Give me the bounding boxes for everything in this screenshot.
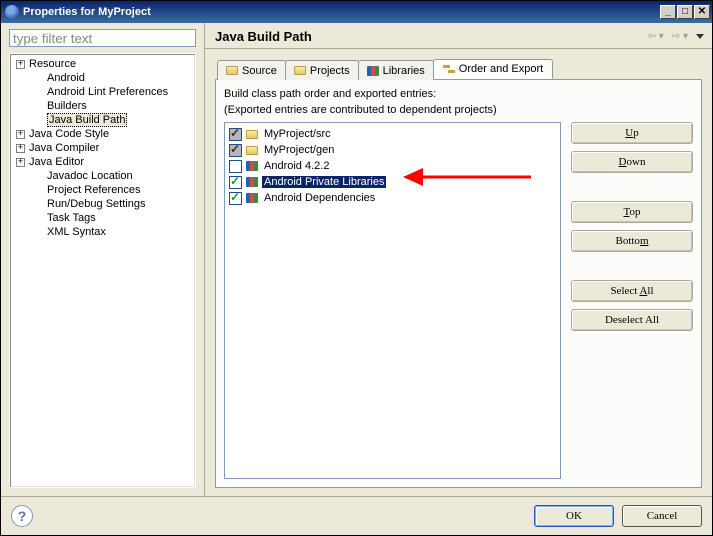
- folder-icon: [246, 146, 258, 155]
- up-button[interactable]: Up: [571, 122, 693, 144]
- tab-source[interactable]: Source: [217, 60, 286, 80]
- tree-item-label: Builders: [47, 100, 87, 112]
- tree-item-label: Java Editor: [29, 156, 84, 168]
- view-menu-button[interactable]: [696, 34, 704, 39]
- tree-item-label: Android Lint Preferences: [47, 86, 168, 98]
- tree-item-label: Java Compiler: [29, 142, 99, 154]
- titlebar: Properties for MyProject _ □ ✕: [1, 1, 712, 23]
- minimize-button[interactable]: _: [660, 5, 676, 19]
- list-item[interactable]: Android Dependencies: [227, 190, 558, 206]
- ok-button[interactable]: OK: [534, 505, 614, 527]
- tree-item[interactable]: Project References: [12, 183, 193, 197]
- expand-icon[interactable]: +: [16, 158, 25, 167]
- tab-order-export[interactable]: Order and Export: [433, 59, 553, 79]
- list-item[interactable]: MyProject/gen: [227, 142, 558, 158]
- list-item-label: Android 4.2.2: [262, 160, 331, 172]
- tab-panel: Build class path order and exported entr…: [215, 79, 702, 488]
- tree-item[interactable]: XML Syntax: [12, 225, 193, 239]
- tree-item[interactable]: + Java Code Style: [12, 127, 193, 141]
- category-tree[interactable]: + Resource Android Android Lint Preferences…: [9, 53, 196, 488]
- tree-item[interactable]: Java Build Path: [12, 113, 193, 127]
- back-button[interactable]: ⇦ ▾: [648, 31, 664, 42]
- tree-item[interactable]: + Java Compiler: [12, 141, 193, 155]
- tree-item[interactable]: Javadoc Location: [12, 169, 193, 183]
- checkbox[interactable]: [229, 192, 242, 205]
- expand-icon[interactable]: +: [16, 60, 25, 69]
- bottom-button[interactable]: Bottom: [571, 230, 693, 252]
- folder-icon: [226, 66, 238, 75]
- tab-projects[interactable]: Projects: [285, 60, 359, 80]
- top-button[interactable]: Top: [571, 201, 693, 223]
- tab-bar: Source Projects Libraries Order and Expo…: [215, 60, 702, 80]
- tree-item[interactable]: Builders: [12, 99, 193, 113]
- checkbox: [229, 128, 242, 141]
- cancel-button[interactable]: Cancel: [622, 505, 702, 527]
- help-text-1: Build class path order and exported entr…: [224, 88, 693, 100]
- help-icon[interactable]: ?: [11, 505, 33, 527]
- tree-item-label: Java Code Style: [29, 128, 109, 140]
- left-panel: + Resource Android Android Lint Preferences…: [1, 23, 205, 496]
- folder-icon: [294, 66, 306, 75]
- order-icon: [443, 63, 455, 75]
- list-item-label: Android Dependencies: [262, 192, 377, 204]
- tab-libraries[interactable]: Libraries: [358, 60, 434, 80]
- library-icon: [246, 193, 258, 203]
- list-item[interactable]: MyProject/src: [227, 126, 558, 142]
- list-item[interactable]: Android 4.2.2: [227, 158, 558, 174]
- tree-item-label: Java Build Path: [47, 113, 127, 127]
- library-icon: [246, 161, 258, 171]
- expand-icon[interactable]: +: [16, 130, 25, 139]
- library-icon: [246, 177, 258, 187]
- eclipse-icon: [5, 5, 19, 19]
- tree-item-label: Project References: [47, 184, 141, 196]
- list-item-label: MyProject/gen: [262, 144, 336, 156]
- library-icon: [367, 66, 379, 76]
- dialog-footer: ? OK Cancel: [1, 496, 712, 535]
- page-title: Java Build Path: [215, 29, 648, 44]
- properties-dialog: Properties for MyProject _ □ ✕ + Resource…: [0, 0, 713, 536]
- window-title: Properties for MyProject: [23, 6, 660, 18]
- tree-item[interactable]: Task Tags: [12, 211, 193, 225]
- tree-item-label: Android: [47, 72, 85, 84]
- list-item[interactable]: Android Private Libraries: [227, 174, 558, 190]
- tree-item[interactable]: + Java Editor: [12, 155, 193, 169]
- right-panel: Java Build Path ⇦ ▾ ⇨ ▾ Source Projects: [205, 23, 712, 496]
- maximize-button[interactable]: □: [677, 5, 693, 19]
- tree-item-label: Run/Debug Settings: [47, 198, 145, 210]
- tree-item-label: Task Tags: [47, 212, 96, 224]
- tree-item-label: Resource: [29, 58, 76, 70]
- checkbox[interactable]: [229, 176, 242, 189]
- help-text-2: (Exported entries are contributed to dep…: [224, 104, 693, 116]
- classpath-list[interactable]: MyProject/src MyProject/gen Android 4.2.2 A…: [224, 122, 561, 479]
- forward-button[interactable]: ⇨ ▾: [672, 31, 688, 42]
- tree-item[interactable]: Android Lint Preferences: [12, 85, 193, 99]
- tree-item-label: Javadoc Location: [47, 170, 133, 182]
- tree-item[interactable]: Run/Debug Settings: [12, 197, 193, 211]
- list-item-label: Android Private Libraries: [262, 176, 386, 188]
- tree-item-label: XML Syntax: [47, 226, 106, 238]
- select-all-button[interactable]: Select All: [571, 280, 693, 302]
- down-button[interactable]: Down: [571, 151, 693, 173]
- deselect-all-button[interactable]: Deselect All: [571, 309, 693, 331]
- close-button[interactable]: ✕: [694, 5, 710, 19]
- checkbox: [229, 144, 242, 157]
- folder-icon: [246, 130, 258, 139]
- tree-item[interactable]: Android: [12, 71, 193, 85]
- checkbox[interactable]: [229, 160, 242, 173]
- list-item-label: MyProject/src: [262, 128, 333, 140]
- expand-icon[interactable]: +: [16, 144, 25, 153]
- tree-item[interactable]: + Resource: [12, 57, 193, 71]
- filter-input[interactable]: [9, 29, 196, 47]
